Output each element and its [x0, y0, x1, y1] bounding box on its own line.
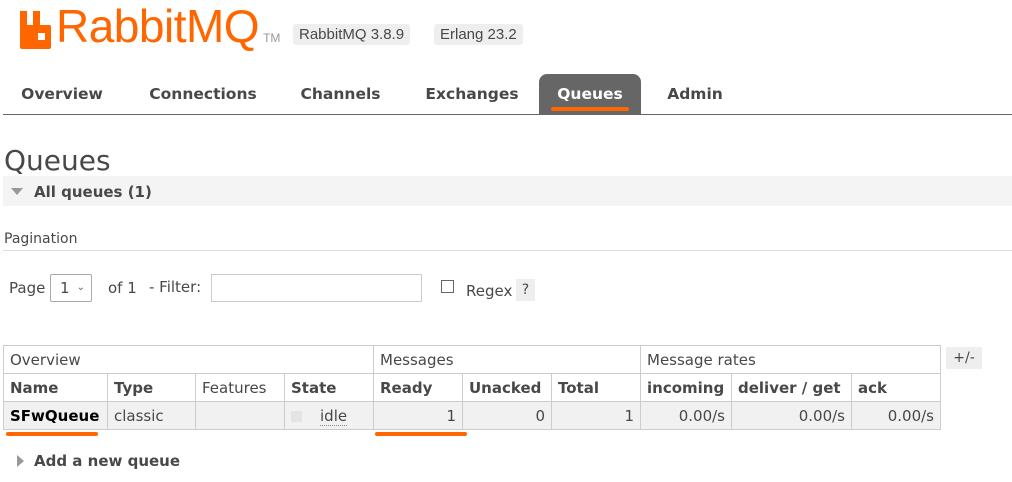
col-ack[interactable]: ack — [851, 373, 941, 402]
section-label: All queues (1) — [34, 183, 152, 201]
queue-features — [195, 401, 285, 430]
queue-type: classic — [107, 401, 196, 430]
page-select[interactable]: 1 ⌄ — [50, 274, 92, 302]
page-select-value: 1 — [60, 279, 70, 297]
group-messages: Messages — [373, 345, 641, 374]
tab-channels[interactable]: Channels — [288, 74, 393, 114]
page-title: Queues — [4, 144, 111, 177]
state-text: idle — [320, 406, 348, 426]
pagination-heading: Pagination — [4, 231, 78, 247]
add-new-queue-toggle[interactable]: Add a new queue — [17, 452, 180, 470]
page-count-label: of 1 — [108, 279, 137, 297]
tab-exchanges[interactable]: Exchanges — [412, 74, 532, 114]
rabbitmq-logo: RabbitMQ TM — [18, 3, 280, 49]
filter-row: Page 1 ⌄ of 1 - Filter: Regex ? — [0, 274, 1012, 304]
queue-name-link[interactable]: SFwQueue — [3, 401, 108, 430]
group-message-rates: Message rates — [640, 345, 941, 374]
collapse-triangle-icon — [11, 188, 23, 195]
expand-triangle-icon — [17, 455, 24, 467]
column-toggle-button[interactable]: +/- — [946, 347, 982, 369]
col-deliver-get[interactable]: deliver / get — [731, 373, 852, 402]
queue-name-highlight-mark — [6, 432, 98, 436]
queue-ready: 1 — [373, 401, 463, 430]
main-nav-tabs: Overview Connections Channels Exchanges … — [3, 74, 1012, 115]
queue-ack-rate: 0.00/s — [851, 401, 941, 430]
pagination-divider — [3, 250, 1012, 251]
col-unacked[interactable]: Unacked — [462, 373, 552, 402]
col-features[interactable]: Features — [195, 373, 285, 402]
regex-help-button[interactable]: ? — [516, 279, 535, 301]
erlang-version-badge: Erlang 23.2 — [434, 24, 523, 45]
col-state[interactable]: State — [284, 373, 374, 402]
col-ready[interactable]: Ready — [373, 373, 463, 402]
ready-highlight-mark — [375, 432, 467, 436]
queue-unacked: 0 — [462, 401, 552, 430]
add-new-queue-label: Add a new queue — [34, 452, 181, 470]
filter-input[interactable] — [211, 274, 422, 302]
table-row: SFwQueue classic idle 1 0 1 0.00/s 0.00/… — [3, 401, 941, 430]
all-queues-section-toggle[interactable]: All queues (1) — [3, 176, 1012, 206]
queue-total: 1 — [551, 401, 641, 430]
filter-label: - Filter: — [149, 278, 202, 296]
queues-table: Overview Messages Message rates Name Typ… — [3, 345, 941, 430]
tab-queues[interactable]: Queues — [539, 74, 641, 114]
column-group-row: Overview Messages Message rates — [3, 345, 941, 374]
col-name[interactable]: Name — [3, 373, 108, 402]
col-incoming[interactable]: incoming — [640, 373, 732, 402]
tab-overview[interactable]: Overview — [7, 74, 117, 114]
col-type[interactable]: Type — [107, 373, 196, 402]
rabbitmq-version-badge: RabbitMQ 3.8.9 — [293, 24, 411, 45]
app-name: RabbitMQ — [56, 0, 260, 52]
rabbitmq-logo-icon — [20, 11, 51, 49]
col-total[interactable]: Total — [551, 373, 641, 402]
tab-highlight-mark — [551, 107, 629, 111]
regex-checkbox[interactable] — [441, 280, 454, 293]
state-indicator-icon — [291, 410, 302, 422]
column-header-row: Name Type Features State Ready Unacked T… — [3, 373, 941, 402]
page-label: Page — [9, 279, 46, 297]
queue-deliver-get-rate: 0.00/s — [731, 401, 852, 430]
trademark: TM — [263, 31, 281, 45]
queue-state: idle — [284, 401, 374, 430]
regex-label: Regex — [466, 282, 513, 300]
queue-incoming-rate: 0.00/s — [640, 401, 732, 430]
group-overview: Overview — [3, 345, 374, 374]
tab-connections[interactable]: Connections — [138, 74, 268, 114]
tab-admin[interactable]: Admin — [655, 74, 735, 114]
chevron-down-icon: ⌄ — [76, 282, 85, 293]
queues-table-wrapper: Overview Messages Message rates Name Typ… — [3, 345, 941, 430]
